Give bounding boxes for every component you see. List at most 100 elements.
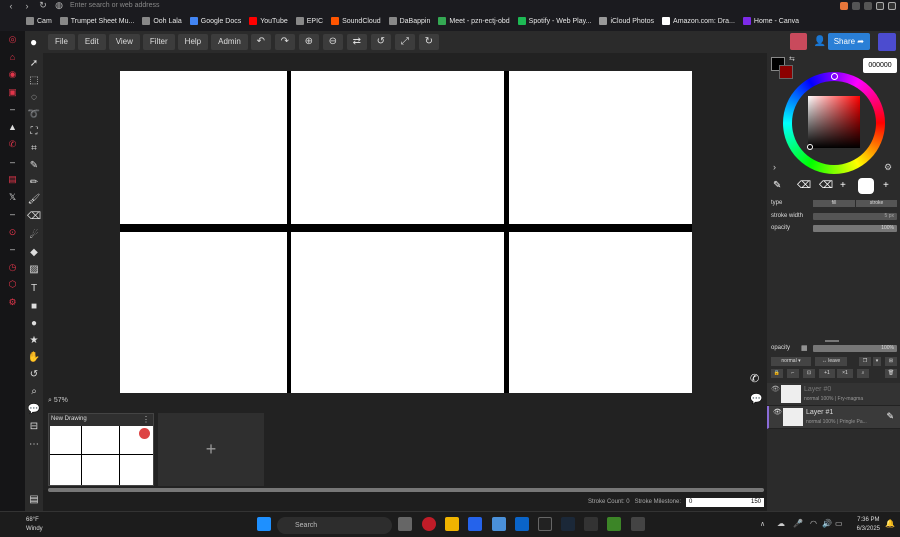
history-icon[interactable]: ◷ xyxy=(0,259,25,277)
color-handle[interactable] xyxy=(807,144,813,150)
app-icon[interactable] xyxy=(631,517,645,531)
tray-icon[interactable]: ☁ xyxy=(777,519,785,528)
opera-taskbar-icon[interactable] xyxy=(422,517,436,531)
window-close-icon[interactable] xyxy=(888,1,896,10)
stroke-milestone-input[interactable]: 0 150 xyxy=(686,497,764,507)
ruler-icon[interactable]: ⊟ xyxy=(27,420,41,434)
zoom-out-icon[interactable]: ⊖ xyxy=(322,34,343,50)
opera-logo-icon[interactable]: ◎ xyxy=(0,31,25,49)
leave-button[interactable]: ↔ leave xyxy=(815,357,847,366)
brush-preset-icon[interactable]: ✎ xyxy=(773,180,781,191)
color-settings-icon[interactable]: ⚙ xyxy=(884,162,892,173)
add-user-icon[interactable]: 👤 xyxy=(813,35,827,49)
comment-icon[interactable]: 💬 xyxy=(27,403,41,417)
epic-games-icon[interactable] xyxy=(538,517,552,531)
admin-menu[interactable]: Admin xyxy=(211,34,248,50)
more-tools-icon[interactable]: ⋯ xyxy=(27,438,41,452)
extension-icon[interactable] xyxy=(840,1,848,10)
wifi-icon[interactable]: ◠ xyxy=(810,519,817,528)
messenger-icon[interactable]: ◉ xyxy=(0,66,25,84)
hex-color-input[interactable]: 000000 xyxy=(863,58,897,73)
rectangle-tool-icon[interactable]: ■ xyxy=(27,300,41,314)
fill-bucket-icon[interactable]: ◆ xyxy=(27,246,41,260)
eraser-preset-icon[interactable]: ⌫ xyxy=(797,180,811,191)
transform-icon[interactable]: ⛶ xyxy=(27,125,41,139)
plus-one-button[interactable]: +1 xyxy=(819,369,835,378)
eraser-preset-icon[interactable]: ⌫ xyxy=(819,180,833,191)
bookmark-item[interactable]: DaBappin xyxy=(388,17,430,25)
selected-preset-icon[interactable] xyxy=(858,178,874,194)
add-preset-icon[interactable]: + xyxy=(840,180,846,191)
profile-avatar[interactable] xyxy=(878,33,896,51)
fill-toggle[interactable]: fill xyxy=(813,200,855,207)
extension-icon[interactable] xyxy=(852,1,860,10)
delete-layer-icon[interactable]: 🗑 xyxy=(885,369,897,378)
player-icon[interactable]: ⊙ xyxy=(0,224,25,242)
transparency-icon[interactable]: ▦ xyxy=(801,344,808,352)
panel-resize-handle[interactable] xyxy=(825,340,839,342)
drawing-canvas[interactable] xyxy=(120,71,692,393)
tray-chevron-icon[interactable]: ∧ xyxy=(760,520,765,528)
secondary-color-swatch[interactable] xyxy=(779,65,793,79)
help-menu[interactable]: Help xyxy=(177,34,209,50)
ellipse-select-icon[interactable]: ◌ xyxy=(27,91,41,105)
text-tool-icon[interactable]: T xyxy=(27,282,41,296)
layer-row[interactable]: 👁 Layer #0 normal 100% | Fry-magma xyxy=(767,383,900,406)
filter-menu[interactable]: Filter xyxy=(142,34,175,50)
rotate-left-icon[interactable]: ↺ xyxy=(370,34,391,50)
bookmark-item[interactable]: Google Docs xyxy=(189,17,241,25)
smudge-icon[interactable]: ☄ xyxy=(27,229,41,243)
rotate-view-icon[interactable]: ↺ xyxy=(27,368,41,382)
xbox-icon[interactable] xyxy=(607,517,621,531)
layer-row-active[interactable]: 👁 Layer #1 normal 100% | Pringle Pa... ✎ xyxy=(767,406,900,429)
notification-icon[interactable]: 🔔 xyxy=(885,519,895,528)
edit-layer-icon[interactable]: ✎ xyxy=(886,411,894,422)
undo-icon[interactable]: ↶ xyxy=(250,34,271,50)
pencil-icon[interactable]: ✏ xyxy=(27,176,41,190)
lasso-icon[interactable]: ➰ xyxy=(27,108,41,122)
gallery-icon[interactable]: ▤ xyxy=(27,493,41,507)
whatsapp-icon[interactable]: ✆ xyxy=(0,136,25,154)
x-twitter-icon[interactable]: 𝕏 xyxy=(0,189,25,207)
stroke-width-slider[interactable]: 5 px xyxy=(813,213,897,220)
dropdown-icon[interactable]: ▾ xyxy=(873,357,881,366)
bookmark-item[interactable]: SoundCloud xyxy=(331,17,381,25)
saturation-value-square[interactable] xyxy=(808,96,860,148)
zoom-indicator[interactable]: ⌕ 57% xyxy=(48,397,68,405)
drawing-thumbnail[interactable]: New Drawing ⋮ xyxy=(48,413,154,486)
url-input[interactable]: Enter search or web address xyxy=(70,2,160,9)
bookmark-item[interactable]: Amazon.com: Dra... xyxy=(662,17,735,25)
search-layer-icon[interactable]: ⌕ xyxy=(857,369,869,378)
layer-opacity-slider[interactable]: 100% xyxy=(813,345,897,352)
volume-icon[interactable]: 🔊 xyxy=(822,519,832,528)
edit-menu[interactable]: Edit xyxy=(77,34,106,50)
photos-icon[interactable] xyxy=(492,517,506,531)
fullscreen-icon[interactable]: ⤢ xyxy=(394,34,415,50)
user-avatar[interactable] xyxy=(790,33,807,50)
bookmark-item[interactable]: Home - Canva xyxy=(742,17,799,25)
file-explorer-icon[interactable] xyxy=(445,517,459,531)
steam-icon[interactable] xyxy=(561,517,575,531)
chat-icon[interactable]: 💬 xyxy=(750,394,762,405)
instagram-icon[interactable]: ▣ xyxy=(0,84,25,102)
system-clock[interactable]: 7:36 PM 6/3/2025 xyxy=(857,516,880,534)
phone-icon[interactable]: ✆ xyxy=(750,372,759,385)
bookmark-item[interactable]: Trumpet Sheet Mu... xyxy=(59,17,134,25)
brush-icon[interactable]: 🖌 xyxy=(27,193,41,207)
window-minimize-icon[interactable] xyxy=(876,1,884,10)
weather-widget[interactable]: 68°F Windy xyxy=(26,516,43,534)
eraser-icon[interactable]: ⌫ xyxy=(27,210,41,224)
home-icon[interactable]: ⌂ xyxy=(0,49,25,67)
taskbar-search[interactable]: Search xyxy=(277,517,392,534)
bookmark-item[interactable]: Spotify - Web Play... xyxy=(517,17,591,25)
expand-arrow-icon[interactable]: › xyxy=(773,162,776,172)
microphone-icon[interactable]: 🎤 xyxy=(793,519,803,528)
extensions-icon[interactable]: ⬡ xyxy=(0,276,25,294)
gallery-scrollbar[interactable] xyxy=(48,488,764,492)
bookmark-item[interactable]: YouTube xyxy=(249,17,288,25)
merge-layer-icon[interactable]: ⊞ xyxy=(885,357,897,366)
duplicate-layer-icon[interactable]: ❐ xyxy=(859,357,871,366)
outlook-icon[interactable] xyxy=(515,517,529,531)
eyedropper-icon[interactable]: ✎ xyxy=(27,159,41,173)
more-options-icon[interactable]: ⋮ xyxy=(142,415,150,424)
